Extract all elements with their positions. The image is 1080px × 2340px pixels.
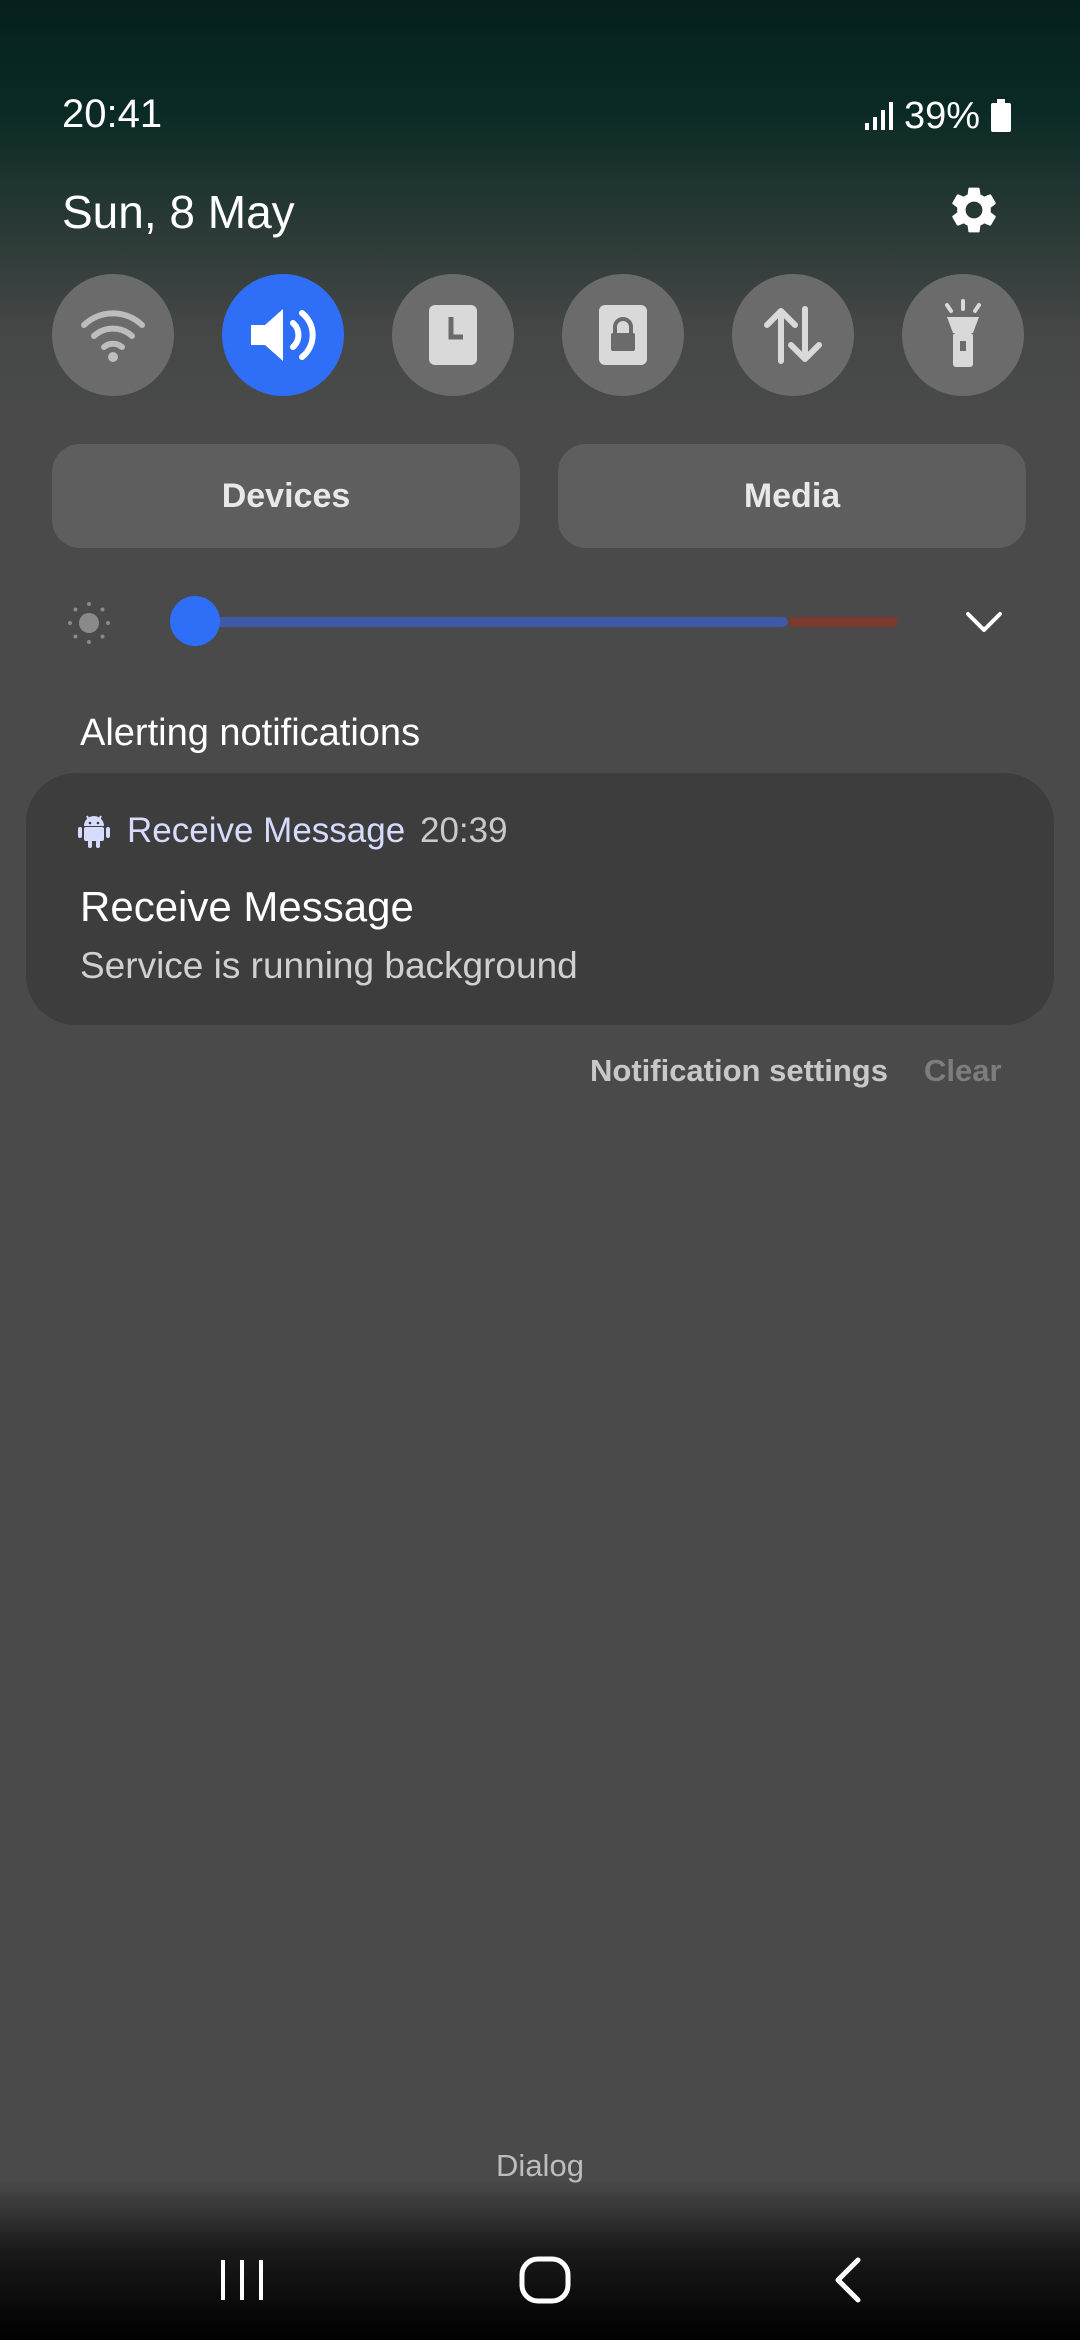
notification-settings-button[interactable]: Notification settings bbox=[590, 1053, 888, 1089]
android-icon bbox=[78, 815, 110, 848]
status-icons: 39% bbox=[864, 92, 1012, 140]
quick-settings-row bbox=[52, 274, 1024, 396]
back-button[interactable] bbox=[808, 2248, 888, 2312]
brightness-slider-thumb[interactable] bbox=[170, 596, 220, 646]
footer-label: Dialog bbox=[496, 2148, 584, 2183]
notifications-section-title: Alerting notifications bbox=[80, 712, 421, 754]
lock-icon bbox=[599, 305, 647, 365]
screen-lock-toggle[interactable] bbox=[562, 274, 684, 396]
media-button[interactable]: Media bbox=[558, 444, 1026, 548]
data-transfer-icon bbox=[764, 306, 822, 364]
chevron-down-icon[interactable] bbox=[962, 604, 1006, 640]
brightness-track[interactable] bbox=[194, 617, 788, 627]
notification-app-name: Receive Message bbox=[127, 811, 406, 850]
notification-title: Receive Message bbox=[80, 883, 414, 930]
home-button[interactable] bbox=[505, 2248, 585, 2312]
shade-date: Sun, 8 May bbox=[62, 186, 295, 238]
home-icon bbox=[519, 2256, 571, 2304]
recents-icon bbox=[221, 2260, 263, 2300]
wifi-toggle[interactable] bbox=[52, 274, 174, 396]
devices-button[interactable]: Devices bbox=[52, 444, 520, 548]
signal-icon bbox=[864, 102, 893, 130]
notification-text: Service is running background bbox=[80, 945, 578, 986]
back-icon bbox=[835, 2257, 861, 2303]
volume-icon bbox=[251, 309, 316, 361]
recents-button[interactable] bbox=[202, 2248, 282, 2312]
clock-icon bbox=[429, 305, 477, 365]
flashlight-toggle[interactable] bbox=[902, 274, 1024, 396]
brightness-track-high[interactable] bbox=[788, 617, 898, 627]
clear-button[interactable]: Clear bbox=[924, 1053, 1002, 1089]
status-time: 20:41 bbox=[62, 92, 163, 136]
brightness-icon bbox=[68, 602, 110, 644]
screen-timeout-toggle[interactable] bbox=[392, 274, 514, 396]
battery-icon bbox=[991, 99, 1011, 132]
gear-icon[interactable] bbox=[946, 182, 1002, 238]
battery-percent: 39% bbox=[903, 94, 980, 137]
notification-time: 20:39 bbox=[420, 811, 508, 850]
sound-toggle[interactable] bbox=[222, 274, 344, 396]
flashlight-icon bbox=[945, 299, 981, 367]
mobile-data-toggle[interactable] bbox=[732, 274, 854, 396]
wifi-icon bbox=[81, 310, 145, 362]
